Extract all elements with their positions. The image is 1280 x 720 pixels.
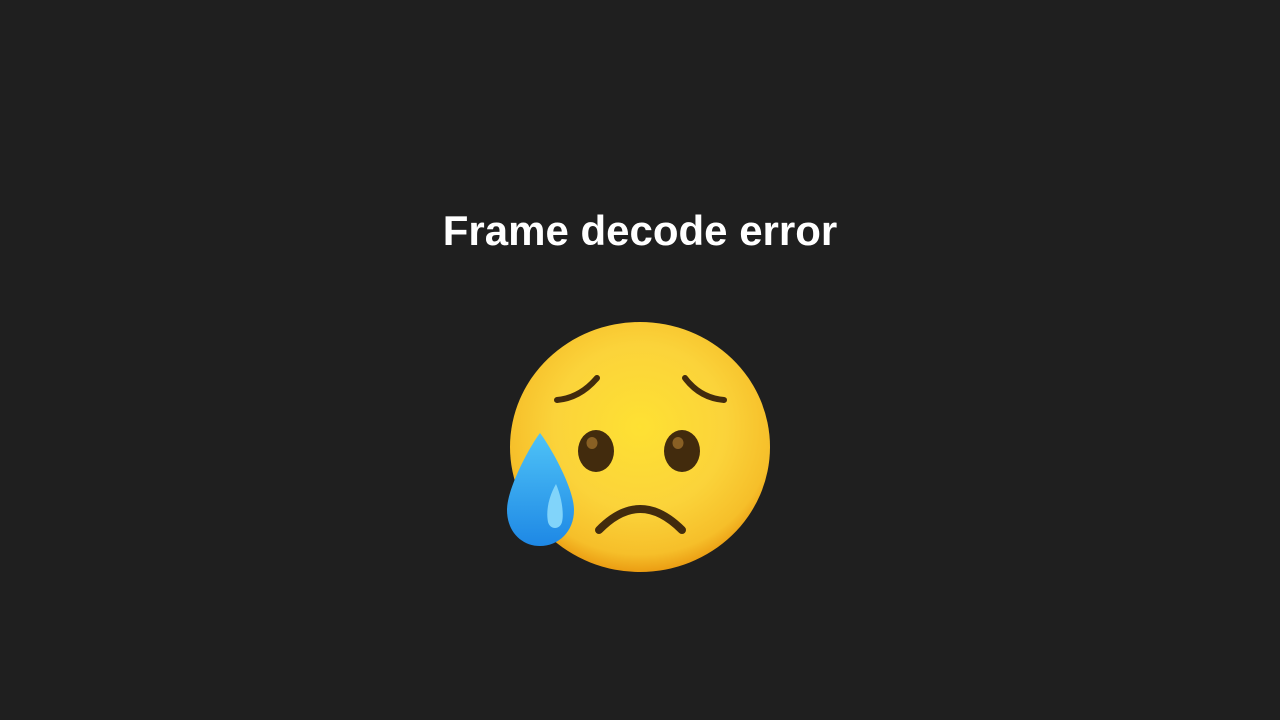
error-screen: Frame decode error bbox=[0, 0, 1280, 720]
error-title: Frame decode error bbox=[442, 207, 838, 254]
left-eye bbox=[578, 430, 614, 472]
sad-but-relieved-face-icon bbox=[500, 318, 780, 578]
right-eye bbox=[664, 430, 700, 472]
